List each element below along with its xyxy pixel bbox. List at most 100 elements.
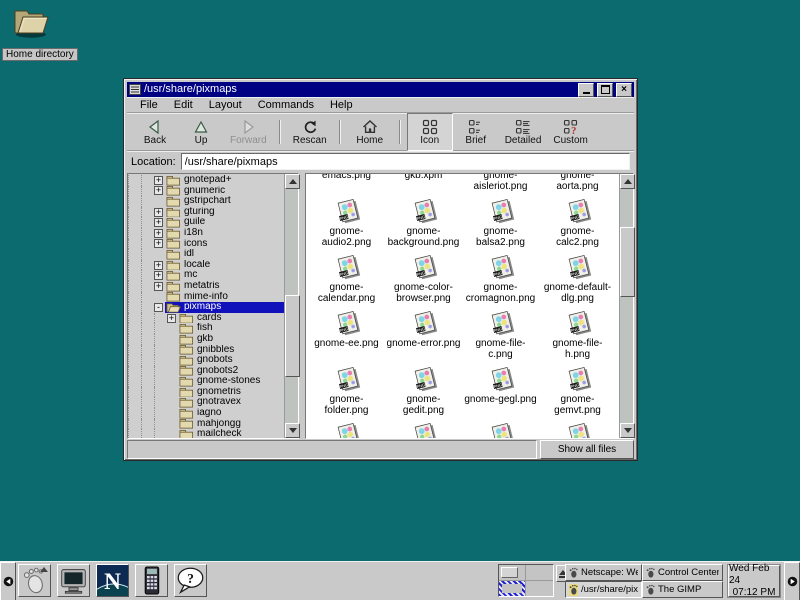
titlebar[interactable]: /usr/share/pixmaps × [127, 82, 634, 97]
tree-item-gkb[interactable]: gkb [178, 334, 284, 345]
toolbar-button-icon[interactable]: Icon [407, 113, 453, 151]
tree-row-iagno[interactable]: iagno [128, 408, 284, 419]
file-gnome-calc2.png[interactable]: PNGgnome-calc2.png [539, 195, 616, 251]
tree-row-gkb[interactable]: gkb [128, 334, 284, 345]
tree-scroll-thumb[interactable] [285, 295, 300, 376]
tree-item-mime-info[interactable]: mime-info [165, 292, 284, 303]
tree-item-pixmaps[interactable]: pixmaps [165, 302, 284, 313]
tree-row-fish[interactable]: fish [128, 323, 284, 334]
file-gnome-gedit.png[interactable]: PNGgnome-gedit.png [385, 363, 462, 419]
file-icon-unlabeled[interactable]: PNG [539, 419, 616, 438]
workspace-3-active[interactable] [499, 581, 526, 597]
file-gnome-balsa2.png[interactable]: PNGgnome-balsa2.png [462, 195, 539, 251]
tree-item-locale[interactable]: locale [165, 260, 284, 271]
workspace-2[interactable] [526, 565, 553, 581]
tree-row-metatris[interactable]: +metatris [128, 281, 284, 292]
file-gnome-aisleriot.png[interactable]: PNGgnome-aisleriot.png [462, 174, 539, 195]
menu-item-layout[interactable]: Layout [201, 99, 250, 111]
menu-item-edit[interactable]: Edit [166, 99, 201, 111]
window-menu-icon[interactable] [129, 84, 141, 95]
icons-scroll-down-button[interactable] [620, 423, 635, 438]
file-gnome-background.png[interactable]: PNGgnome-background.png [385, 195, 462, 251]
tree-expander[interactable]: + [154, 229, 163, 238]
tree-row-pixmaps[interactable]: -pixmaps [128, 302, 284, 313]
tree-row-locale[interactable]: +locale [128, 260, 284, 271]
menu-item-help[interactable]: Help [322, 99, 361, 111]
toolbar-button-custom[interactable]: ?Custom [547, 113, 593, 151]
task-button-1[interactable]: Control Center [642, 564, 723, 581]
icons-scroll-up-button[interactable] [620, 174, 635, 189]
tree-expander[interactable]: + [154, 261, 163, 270]
file-gnome-default-dlg.png[interactable]: PNGgnome-default-dlg.png [539, 251, 616, 307]
tree-row-gturing[interactable]: +gturing [128, 207, 284, 218]
toolbar-button-home[interactable]: Home [347, 113, 393, 151]
tree-item-gnometris[interactable]: gnometris [178, 387, 284, 398]
terminal-launcher[interactable] [57, 564, 90, 597]
workspace-4[interactable] [526, 581, 553, 597]
menu-item-file[interactable]: File [132, 99, 166, 111]
tree-item-iagno[interactable]: iagno [178, 408, 284, 419]
tree-expander[interactable]: + [154, 282, 163, 291]
tree-row-gnotepad+[interactable]: +gnotepad+ [128, 175, 284, 186]
file-gnome-cromagnon.png[interactable]: PNGgnome-cromagnon.png [462, 251, 539, 307]
tree-expander[interactable]: + [154, 176, 163, 185]
toolbar-button-detailed[interactable]: Detailed [499, 113, 548, 151]
file-gnome-file-h.png[interactable]: PNGgnome-file-h.png [539, 307, 616, 363]
home-directory-desktop-icon[interactable]: Home directory [2, 3, 72, 62]
icon-view-scrollbar[interactable] [619, 174, 633, 438]
tree-item-gnobots2[interactable]: gnobots2 [178, 366, 284, 377]
tree-item-icons[interactable]: icons [165, 239, 284, 250]
toolbar-button-rescan[interactable]: Rescan [287, 113, 333, 151]
tree-row-icons[interactable]: +icons [128, 239, 284, 250]
tree-row-gnobots2[interactable]: gnobots2 [128, 366, 284, 377]
menu-item-commands[interactable]: Commands [250, 99, 322, 111]
tree-item-gnumeric[interactable]: gnumeric [165, 186, 284, 197]
file-icon-unlabeled[interactable]: PNG [385, 419, 462, 438]
tree-row-mime-info[interactable]: mime-info [128, 292, 284, 303]
tree-expander[interactable]: + [154, 208, 163, 217]
tree-row-gnometris[interactable]: gnometris [128, 387, 284, 398]
panel-hide-left-button[interactable] [0, 562, 16, 600]
tree-item-gnotepad+[interactable]: gnotepad+ [165, 175, 284, 186]
maximize-button[interactable] [597, 83, 613, 97]
workspace-1[interactable] [499, 565, 526, 581]
file-gnome-folder.png[interactable]: PNGgnome-folder.png [308, 363, 385, 419]
tree-row-cards[interactable]: +cards [128, 313, 284, 324]
tree-item-gnome-stones[interactable]: gnome-stones [178, 376, 284, 387]
tree-expander[interactable]: - [154, 303, 163, 312]
tree-expander[interactable]: + [154, 271, 163, 280]
tree-row-gnotravex[interactable]: gnotravex [128, 397, 284, 408]
file-gnome-gegl.png[interactable]: PNGgnome-gegl.png [462, 363, 539, 419]
tree-row-gnobots[interactable]: gnobots [128, 355, 284, 366]
netscape-launcher[interactable]: N [96, 564, 129, 597]
tree-item-guile[interactable]: guile [165, 217, 284, 228]
file-gnome-error.png[interactable]: PNGgnome-error.png [385, 307, 462, 363]
tree-item-mc[interactable]: mc [165, 270, 284, 281]
tree-row-mailcheck[interactable]: mailcheck [128, 429, 284, 438]
tree-row-idl[interactable]: idl [128, 249, 284, 260]
toolbar-button-forward[interactable]: Forward [224, 113, 273, 151]
file-emacs.png[interactable]: PNGemacs.png [308, 174, 385, 195]
main-menu-button[interactable] [18, 564, 51, 597]
tree-item-mailcheck[interactable]: mailcheck [178, 429, 284, 438]
location-input[interactable] [181, 153, 630, 170]
tree-scroll-down-button[interactable] [285, 423, 300, 438]
tree-row-gstripchart[interactable]: gstripchart [128, 196, 284, 207]
task-button-3[interactable]: The GIMP [642, 581, 723, 598]
file-gnome-ee.png[interactable]: PNGgnome-ee.png [308, 307, 385, 363]
tree-row-gnibbles[interactable]: gnibbles [128, 345, 284, 356]
toolbar-button-back[interactable]: Back [132, 113, 178, 151]
tree-item-metatris[interactable]: metatris [165, 281, 284, 292]
file-gnome-gemvt.png[interactable]: PNGgnome-gemvt.png [539, 363, 616, 419]
tree-row-mc[interactable]: +mc [128, 270, 284, 281]
tree-item-fish[interactable]: fish [178, 323, 284, 334]
calculator-launcher[interactable] [135, 564, 168, 597]
file-gnome-audio2.png[interactable]: PNGgnome-audio2.png [308, 195, 385, 251]
tree-item-gnotravex[interactable]: gnotravex [178, 397, 284, 408]
tree-item-i18n[interactable]: i18n [165, 228, 284, 239]
file-gnome-calendar.png[interactable]: PNGgnome-calendar.png [308, 251, 385, 307]
tree-expander[interactable]: + [154, 186, 163, 195]
tree-item-idl[interactable]: idl [165, 249, 284, 260]
tree-scroll-up-button[interactable] [285, 174, 300, 189]
tree-item-gnibbles[interactable]: gnibbles [178, 345, 284, 356]
